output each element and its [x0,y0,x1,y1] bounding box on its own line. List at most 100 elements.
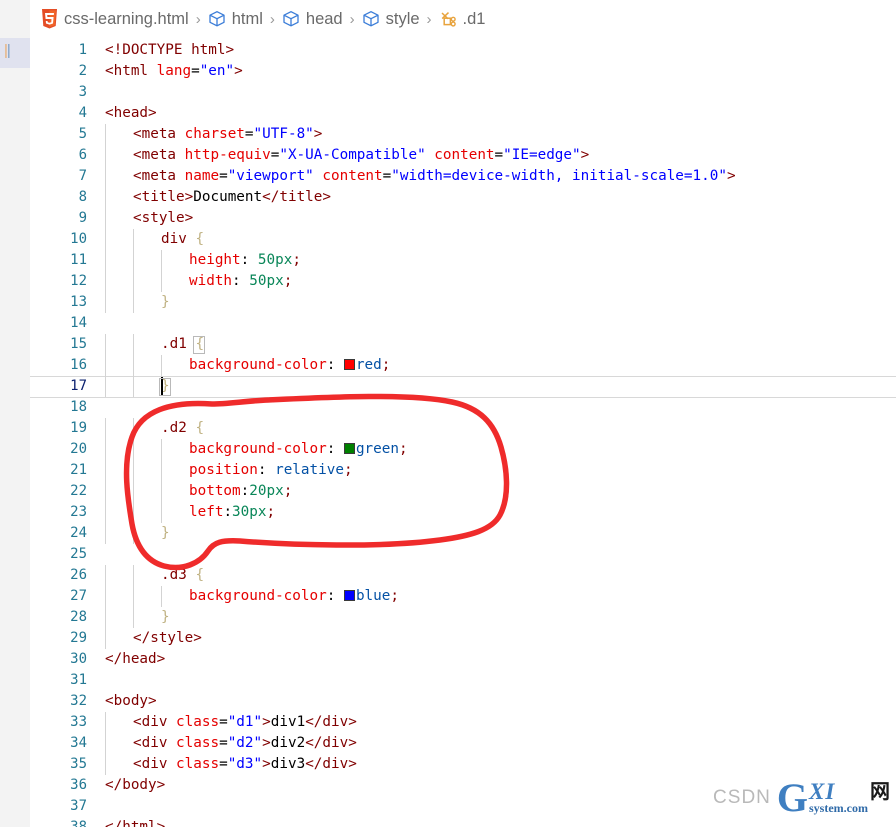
code-token: < [105,105,114,121]
breadcrumb-item-html[interactable]: html [208,10,263,29]
color-swatch-icon[interactable] [343,443,355,454]
indent-guide [161,460,162,481]
code-line[interactable]: } [161,607,170,628]
breadcrumb-separator: › [349,10,355,28]
code-token: { [195,420,205,436]
code-token: left [189,504,224,520]
code-token: > [184,210,194,226]
active-line-top-border [30,376,896,377]
breadcrumb-item-head[interactable]: head [282,10,343,29]
code-line[interactable]: width: 50px; [189,271,292,292]
code-line[interactable]: position: relative; [189,460,353,481]
code-line[interactable]: <div class="d3">div3</div> [133,754,357,775]
code-line[interactable]: <div class="d1">div1</div> [133,712,357,733]
code-token: style [141,210,185,226]
code-token: Document [193,189,263,205]
code-line[interactable]: <meta http-equiv = "X-UA-Compatible" conte… [133,145,589,166]
code-token: } [161,525,170,541]
code-token: http-equiv [184,147,271,163]
code-line[interactable]: <meta name="viewport" content="width=dev… [133,166,736,187]
code-token: { [195,231,205,247]
color-swatch-icon[interactable] [343,590,355,601]
code-token: div [161,231,187,247]
code-line[interactable]: .d3 { [161,565,204,586]
code-token: title [141,189,185,205]
code-token: div [141,756,168,772]
code-token: title [279,189,323,205]
code-line[interactable]: .d2 { [161,418,204,439]
indent-guide [105,607,106,628]
code-token: 30px [232,504,267,520]
code-token: </ [305,714,323,730]
code-token: > [580,147,590,163]
code-token: } [161,294,170,310]
code-line[interactable]: } [161,523,170,544]
code-token: "d2" [227,735,263,751]
code-line[interactable]: <div class="d2">div2</div> [133,733,357,754]
code-line[interactable]: } [161,292,170,313]
symbol-css-rule-icon [439,10,458,29]
code-token: > [262,735,271,751]
breadcrumb-separator: › [195,10,201,28]
code-line[interactable]: background-color: green; [189,439,408,460]
code-token: height [189,252,241,268]
code-token: : [232,273,250,289]
code-line[interactable]: background-color: blue; [189,586,399,607]
code-token: ; [390,588,399,604]
code-line[interactable]: <body> [105,691,157,712]
code-line[interactable]: bottom:20px; [189,481,292,502]
breadcrumb-item-file[interactable]: css-learning.html [40,9,189,29]
code-editor[interactable]: 1 2 3 4 5 6 7 8 9 10 11 12 13 14 15 16 17 18 19 20 21 22 23 24 2… [30,38,896,827]
indent-guide [133,250,134,271]
code-line[interactable]: </style> [133,628,202,649]
code-line[interactable]: height: 50px; [189,250,301,271]
indent-guide [105,208,106,229]
code-line[interactable]: left:30px; [189,502,275,523]
breadcrumb-item-css-rule[interactable]: .d1 [439,10,485,29]
code-token: </ [133,630,151,646]
code-token: > [726,168,736,184]
code-line[interactable]: <head> [105,103,157,124]
code-line[interactable]: div { [161,229,204,250]
code-token: div [322,735,349,751]
bracket-match-highlight [193,336,206,354]
sidebar-item-clipped[interactable]: || [0,38,30,68]
code-token: > [348,714,357,730]
code-token: blue [355,588,391,604]
breadcrumb[interactable]: css-learning.html › html › head › style … [30,0,896,38]
indent-guide [133,523,134,544]
code-line[interactable]: <!DOCTYPE html> [105,40,234,61]
color-swatch-icon[interactable] [343,359,355,370]
breadcrumb-item-label: html [231,9,263,28]
indent-guide [105,481,106,502]
code-token: div [141,735,168,751]
code-token: ; [283,483,293,499]
breadcrumb-separator: › [269,10,275,28]
code-token: width [189,273,233,289]
code-token: lang [156,63,192,79]
code-line[interactable]: <style> [133,208,193,229]
code-token: .d1 [161,336,187,352]
code-token: = [382,168,392,184]
code-token: < [133,189,142,205]
indent-guide [105,124,106,145]
code-token: div3 [270,756,306,772]
code-line[interactable]: <title>Document</title> [133,187,331,208]
breadcrumb-item-style[interactable]: style [362,10,420,29]
code-line[interactable]: </body> [105,775,165,796]
indent-guide [105,754,106,775]
code-token: body [113,693,149,709]
code-line[interactable]: </html> [105,817,165,827]
code-token: content [434,147,495,163]
code-line[interactable]: </head> [105,649,165,670]
code-line[interactable]: <meta charset="UTF-8"> [133,124,322,145]
code-content[interactable]: <!DOCTYPE html> <html lang="en"> <head> <me… [30,38,896,827]
code-token: = [244,126,254,142]
code-token: green [355,441,399,457]
indent-guide [133,586,134,607]
code-token: : [257,462,276,478]
code-line[interactable]: <html lang="en"> [105,61,243,82]
code-line[interactable]: background-color: red; [189,355,390,376]
html5-icon [40,9,59,29]
